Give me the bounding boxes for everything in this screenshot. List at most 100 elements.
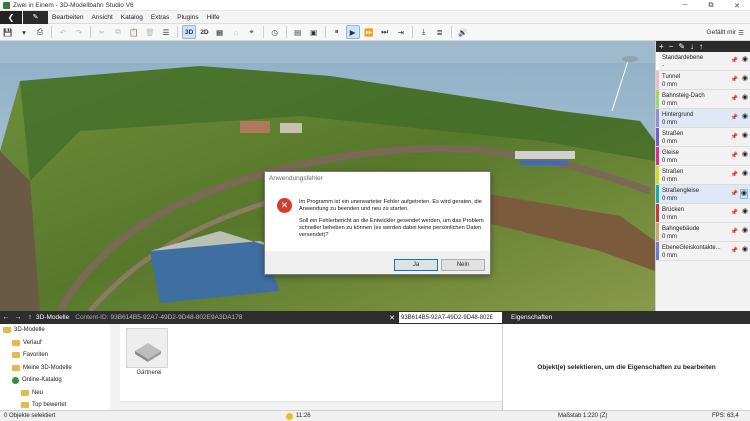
liked-button[interactable]: Gefällt mir ☰ [707, 24, 744, 41]
dialog-title: Anwendungsfehler [265, 172, 490, 185]
pin-icon[interactable]: 📌 [731, 190, 738, 198]
list-icon[interactable]: ☰ [159, 25, 173, 39]
tree-item[interactable]: Online-Katalog [0, 374, 119, 387]
layer-item[interactable]: Straßen 0 mm 📌 ◉ [656, 128, 750, 147]
visibility-eye-icon[interactable]: ◉ [742, 208, 748, 216]
restore-button[interactable]: ⧉ [698, 0, 724, 11]
tree-item[interactable]: Meine 3D-Modelle [0, 362, 119, 375]
remove-layer-button[interactable]: − [669, 42, 674, 51]
faster-forward-icon[interactable]: ⏭ [378, 25, 392, 39]
sound-icon[interactable]: 🔊 [456, 25, 470, 39]
skip-icon[interactable]: ⇥ [394, 25, 408, 39]
up-arrow-icon[interactable]: ↑ [24, 314, 36, 321]
sky-haze [0, 41, 655, 63]
back-button[interactable]: ❮ [0, 10, 22, 24]
layer-item[interactable]: Tunnel 0 mm 📌 ◉ [656, 71, 750, 90]
layer-item[interactable]: Hintergrund 0 mm 📌 ◉ [656, 109, 750, 128]
pin-icon[interactable]: 📌 [731, 247, 738, 255]
pin-icon[interactable]: 📌 [731, 57, 738, 65]
tree-item[interactable]: Verlauf [0, 337, 119, 350]
pin-icon[interactable]: 📌 [731, 209, 738, 217]
view-grid-icon[interactable]: ▦ [492, 313, 499, 321]
tree-item[interactable]: 3D-Modelle [0, 324, 119, 337]
layer-item[interactable]: Straßengleise 0 mm 📌 ◉ [656, 185, 750, 204]
play-icon[interactable]: ▶ [345, 25, 360, 39]
menu-extras[interactable]: Extras [147, 14, 173, 21]
edit-mode-button[interactable]: ✎ [23, 10, 48, 24]
view-2d-button[interactable]: 2D [198, 25, 210, 39]
undo-icon[interactable]: ↶ [56, 25, 70, 39]
visibility-eye-icon[interactable]: ◉ [742, 75, 748, 83]
pin-icon[interactable]: 📌 [731, 152, 738, 160]
copy-icon[interactable]: ⧉ [111, 25, 125, 39]
pin-icon[interactable]: 📌 [731, 76, 738, 84]
visibility-eye-icon[interactable]: ◉ [742, 246, 748, 254]
close-button[interactable]: ✕ [724, 0, 750, 11]
title-bar: Zwei in Einem - 3D-Modellbahn Studio V6 … [0, 0, 750, 11]
menu-bearbeiten[interactable]: Bearbeiten [48, 14, 87, 21]
visibility-eye-icon[interactable]: ◉ [742, 132, 748, 140]
tree-item[interactable]: Favoriten [0, 349, 119, 362]
visibility-eye-icon[interactable]: ◉ [742, 170, 748, 178]
layer-item[interactable]: Bahnsteig-Dach 0 mm 📌 ◉ [656, 90, 750, 109]
no-button[interactable]: Nein [441, 259, 485, 271]
minimize-button[interactable]: ─ [672, 0, 698, 11]
menu-katalog[interactable]: Katalog [117, 14, 147, 21]
visibility-eye-icon[interactable]: ◉ [742, 151, 748, 159]
tree-scrollbar[interactable] [110, 324, 120, 410]
pin-icon[interactable]: 📌 [731, 95, 738, 103]
view-3d-button[interactable]: 3D [182, 25, 197, 39]
layers-icon[interactable]: ≣ [433, 25, 447, 39]
clear-search-icon[interactable]: ✕ [386, 311, 398, 324]
delete-icon[interactable]: 🗑 [143, 25, 157, 39]
menu-plugins[interactable]: Plugins [173, 14, 202, 21]
model-thumbnail[interactable]: Gärtnerei [126, 328, 168, 376]
download-icon[interactable]: ⤓ [417, 25, 431, 39]
visibility-eye-icon[interactable]: ◉ [742, 94, 748, 102]
layer-item[interactable]: EbeneGleiskontakte... 0 mm 📌 ◉ [656, 242, 750, 261]
forward-arrow-icon[interactable]: → [12, 314, 24, 321]
pin-icon[interactable]: 📌 [731, 114, 738, 122]
gallery-scrollbar[interactable] [120, 401, 502, 410]
layer-item[interactable]: Straßen 0 mm 📌 ◉ [656, 166, 750, 185]
liked-label: Gefällt mir [706, 29, 737, 36]
visibility-eye-icon[interactable]: ◉ [742, 56, 748, 64]
layout-icon[interactable]: ▣ [307, 25, 321, 39]
fast-forward-icon[interactable]: ⏩ [362, 25, 376, 39]
tree-item-label: Online-Katalog [22, 377, 62, 384]
layer-item[interactable]: Standardebene - 📌 ◉ [656, 52, 750, 71]
dropdown-icon[interactable]: ▾ [17, 25, 31, 39]
visibility-eye-icon[interactable]: ◉ [742, 113, 748, 121]
pin-icon[interactable]: 📌 [731, 171, 738, 179]
paste-icon[interactable]: 📋 [127, 25, 141, 39]
clock-icon[interactable]: ◷ [268, 25, 282, 39]
tree-item[interactable]: Neu [0, 387, 119, 400]
layer-item[interactable]: Bahngebäude 0 mm 📌 ◉ [656, 223, 750, 242]
move-down-button[interactable]: ↓ [690, 42, 694, 51]
camera-icon[interactable]: ⌂ [229, 25, 243, 39]
add-layer-button[interactable]: + [659, 42, 664, 51]
pin-icon[interactable]: ⌖ [245, 25, 259, 39]
menu-ansicht[interactable]: Ansicht [87, 14, 116, 21]
pin-icon[interactable]: 📌 [731, 228, 738, 236]
layer-item[interactable]: Gleise 0 mm 📌 ◉ [656, 147, 750, 166]
visibility-eye-icon[interactable]: ◉ [739, 189, 748, 199]
pause-icon[interactable]: ⏸ [330, 25, 344, 39]
save-icon[interactable]: 💾 [1, 25, 15, 39]
redo-icon[interactable]: ↷ [72, 25, 86, 39]
print-icon[interactable]: ⎙ [33, 25, 47, 39]
edit-layer-button[interactable]: ✎ [678, 42, 685, 51]
grid-icon[interactable]: ▦ [213, 25, 227, 39]
layer-color-swatch [656, 71, 659, 89]
back-arrow-icon[interactable]: ← [0, 314, 12, 321]
yes-button[interactable]: Ja [394, 259, 438, 271]
pin-icon[interactable]: 📌 [731, 133, 738, 141]
cut-icon[interactable]: ✂ [95, 25, 109, 39]
panel-icon[interactable]: ▤ [291, 25, 305, 39]
search-input[interactable]: 93B614B5-92A7-49D2-9D48-802E [399, 312, 502, 323]
layer-item[interactable]: Brücken 0 mm 📌 ◉ [656, 204, 750, 223]
menu-hilfe[interactable]: Hilfe [203, 14, 224, 21]
time-display: 11:26 [296, 413, 311, 419]
move-up-button[interactable]: ↑ [699, 42, 703, 51]
visibility-eye-icon[interactable]: ◉ [742, 227, 748, 235]
